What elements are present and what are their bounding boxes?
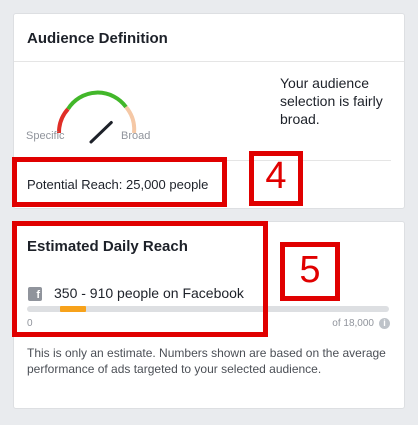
- audience-card-title: Audience Definition: [27, 30, 168, 47]
- annotation-label-4: 4: [265, 155, 287, 197]
- estimate-note: This is only an estimate. Numbers shown …: [27, 346, 386, 376]
- annotation-label-5: 5: [299, 249, 321, 291]
- scale-max-label: of 18,000: [332, 318, 374, 329]
- gauge-broad-label: Broad: [121, 130, 151, 142]
- gauge-specific-label: Specific: [26, 130, 65, 142]
- gauge-needle: [89, 121, 113, 144]
- audience-description: Your audience selection is fairly broad.: [280, 75, 383, 127]
- gauge-arc-mid: [66, 90, 128, 111]
- audience-card-header: Audience Definition: [14, 14, 404, 62]
- annotation-box-5: [12, 221, 268, 337]
- info-icon[interactable]: i: [379, 318, 390, 329]
- annotation-box-4: [12, 157, 227, 207]
